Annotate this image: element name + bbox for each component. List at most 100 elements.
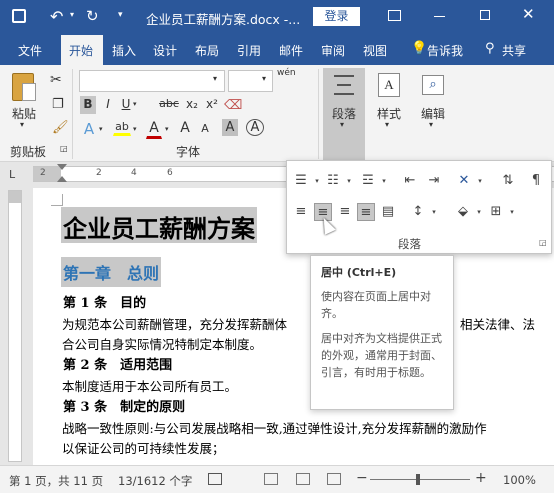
paragraph-launcher-icon[interactable]: ◲ (539, 238, 547, 247)
doc-article-3-body-2[interactable]: 以保证公司的可持续性发展； (62, 438, 225, 458)
subscript-button[interactable]: x₂ (183, 96, 201, 112)
print-layout-icon[interactable] (296, 473, 310, 485)
tab-selector[interactable]: L (9, 168, 15, 181)
tab-mailings[interactable]: 邮件 (279, 42, 303, 59)
paste-dropdown-icon[interactable]: ▾ (20, 120, 24, 129)
read-mode-icon[interactable] (264, 473, 278, 485)
underline-button[interactable]: U (119, 96, 133, 112)
zoom-in-button[interactable]: + (475, 470, 487, 486)
shrink-font-button[interactable]: A (198, 121, 212, 136)
tab-file[interactable]: 文件 (18, 42, 42, 59)
tab-layout[interactable]: 布局 (195, 42, 219, 59)
align-right-icon[interactable]: ≡ (336, 203, 354, 221)
tab-view[interactable]: 视图 (363, 42, 387, 59)
share-button[interactable]: 共享 (502, 42, 526, 59)
ribbon-display-options-icon[interactable] (388, 10, 401, 21)
font-name-dropdown-icon[interactable]: ▾ (213, 74, 217, 83)
close-icon[interactable]: ✕ (522, 5, 535, 23)
doc-article-1-body-cont[interactable]: 相关法律、法 (460, 314, 535, 333)
vertical-ruler-margin (9, 191, 21, 203)
doc-article-3[interactable]: 第 3 条 制定的原则 (63, 396, 185, 415)
chinese-layout-dropdown-icon[interactable]: ▾ (471, 172, 489, 190)
doc-chapter-heading[interactable]: 第一章 总则 (61, 257, 162, 287)
tab-home-label: 开始 (69, 44, 94, 58)
multilevel-list-dropdown-icon[interactable]: ▾ (375, 172, 393, 190)
superscript-button[interactable]: x² (203, 96, 221, 112)
minimize-icon[interactable] (434, 16, 445, 17)
shading-dropdown-icon[interactable]: ▾ (470, 203, 488, 221)
doc-article-1[interactable]: 第 1 条 目的 (63, 292, 146, 311)
first-line-indent-marker[interactable] (57, 164, 67, 170)
text-effects-dropdown-icon[interactable]: ▾ (99, 125, 103, 133)
show-marks-icon[interactable]: ¶ (527, 172, 545, 190)
copy-icon[interactable]: ❐ (52, 97, 64, 112)
paragraph-dropdown-icon: ▾ (340, 120, 345, 129)
zoom-out-button[interactable]: − (356, 470, 368, 486)
tab-references[interactable]: 引用 (237, 42, 261, 59)
tab-design[interactable]: 设计 (153, 42, 177, 59)
redo-icon[interactable]: ↻ (86, 7, 99, 25)
login-button[interactable]: 登录 (313, 7, 360, 26)
page-count[interactable]: 第 1 页，共 11 页 (9, 473, 103, 489)
maximize-icon[interactable] (480, 10, 490, 20)
justify-icon[interactable]: ≡ (357, 203, 375, 221)
grow-font-button[interactable]: A (178, 119, 192, 137)
borders-dropdown-icon[interactable]: ▾ (503, 203, 521, 221)
increase-indent-icon[interactable]: ⇥ (425, 172, 443, 190)
styles-dropdown-icon[interactable]: ▾ (385, 120, 389, 129)
hanging-indent-marker[interactable] (57, 176, 67, 182)
highlight-dropdown-icon[interactable]: ▾ (133, 125, 137, 133)
zoom-slider-thumb[interactable] (416, 474, 420, 485)
font-size-dropdown-icon[interactable]: ▾ (262, 74, 266, 83)
doc-title[interactable]: 企业员工薪酬方案 (61, 207, 257, 243)
sort-icon[interactable]: ⇅ (499, 172, 517, 190)
cut-icon[interactable]: ✂ (50, 72, 62, 88)
ribbon-tab-bar: 文件 开始 插入 设计 布局 引用 邮件 审阅 视图 💡 告诉我 ⚲ 共享 (0, 35, 554, 65)
paragraph-group-label: 段落 (398, 237, 421, 251)
undo-dropdown-icon[interactable]: ▾ (70, 10, 74, 19)
font-size-combo[interactable] (228, 70, 273, 92)
word-count[interactable]: 13/1612 个字 (118, 473, 192, 489)
underline-dropdown-icon[interactable]: ▾ (133, 100, 137, 108)
decrease-indent-icon[interactable]: ⇤ (401, 172, 419, 190)
ribbon-home: 粘贴 ▾ ✂ ❐ 🖌 剪贴板 ◲ ▾ ▾ wén B I U ▾ abc x₂ … (0, 65, 554, 162)
zoom-slider-track[interactable] (370, 479, 470, 480)
clear-formatting-icon[interactable]: ⌫ (224, 98, 242, 113)
web-layout-icon[interactable] (327, 473, 341, 485)
tab-insert[interactable]: 插入 (112, 42, 136, 59)
tab-review[interactable]: 审阅 (321, 42, 345, 59)
line-spacing-dropdown-icon[interactable]: ▾ (425, 203, 443, 221)
divider (318, 69, 319, 159)
enclose-characters-button[interactable]: A (246, 119, 264, 136)
status-bar: 第 1 页，共 11 页 13/1612 个字 − + 100% (0, 465, 554, 493)
proofing-icon[interactable] (208, 473, 222, 485)
phonetic-guide-icon[interactable]: wén (277, 68, 296, 78)
format-painter-icon[interactable]: 🖌 (52, 120, 69, 135)
numbering-dropdown-icon[interactable]: ▾ (340, 172, 358, 190)
doc-article-1-body-2[interactable]: 合公司自身实际情况特制定本制度。 (62, 334, 262, 353)
font-color-button[interactable]: A (146, 119, 162, 139)
highlight-button[interactable]: ab (113, 119, 131, 136)
save-icon[interactable] (12, 9, 26, 23)
doc-article-2-body[interactable]: 本制度适用于本公司所有员工。 (62, 376, 237, 395)
margin-corner-mark (51, 194, 63, 206)
doc-article-1-body[interactable]: 为规范本公司薪酬管理，充分发挥薪酬体 (62, 314, 287, 333)
doc-article-2[interactable]: 第 2 条 适用范围 (63, 354, 172, 373)
clipboard-launcher-icon[interactable]: ◲ (60, 144, 68, 153)
align-left-icon[interactable]: ≡ (292, 203, 310, 221)
editing-dropdown-icon[interactable]: ▾ (429, 120, 433, 129)
doc-article-3-body[interactable]: 战略一致性原则:与公司发展战略相一致,通过弹性设计,充分发挥薪酬的激励作 (62, 418, 550, 437)
tell-me-search[interactable]: 告诉我 (427, 42, 463, 59)
font-color-dropdown-icon[interactable]: ▾ (165, 125, 169, 133)
tooltip-line2: 居中对齐为文档提供正式的外观，通常用于封面、引言，有时用于标题。 (321, 332, 442, 379)
italic-button[interactable]: I (100, 96, 116, 112)
bold-button[interactable]: B (80, 96, 96, 114)
font-name-combo[interactable] (79, 70, 225, 92)
character-shading-button[interactable]: A (222, 119, 238, 136)
distributed-icon[interactable]: ▤ (379, 203, 397, 221)
undo-icon[interactable]: ↶ (50, 7, 63, 26)
zoom-level[interactable]: 100% (503, 473, 536, 487)
text-effects-button[interactable]: A (81, 119, 97, 139)
customize-qat-icon[interactable]: ▾ (118, 10, 123, 20)
strikethrough-button[interactable]: abc (157, 96, 181, 111)
